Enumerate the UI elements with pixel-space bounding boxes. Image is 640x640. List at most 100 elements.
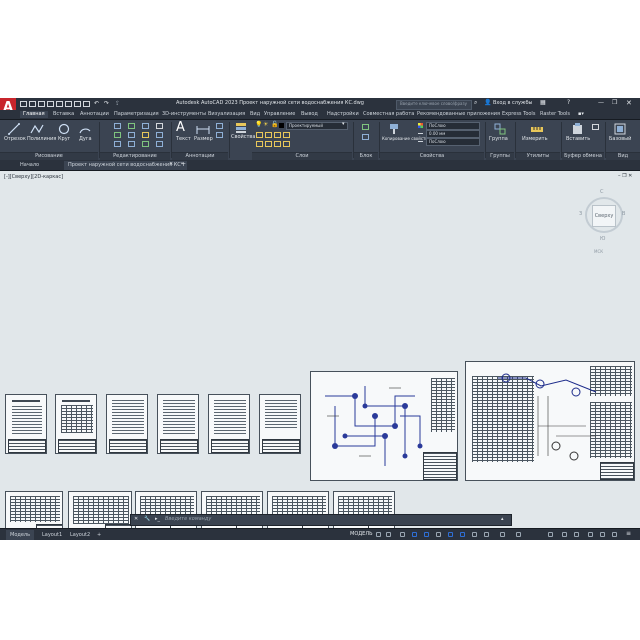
plot-icon[interactable]: [74, 101, 81, 107]
layer-lock-icon[interactable]: [283, 141, 290, 147]
block-panel-title[interactable]: Блок: [354, 152, 378, 160]
layer-isolate-icon[interactable]: [256, 132, 263, 138]
layers-panel-title[interactable]: Слои: [252, 152, 352, 160]
redo-icon[interactable]: ↷: [104, 101, 109, 107]
draw-panel-title[interactable]: Рисование: [0, 152, 98, 160]
sheet-spec-2[interactable]: [68, 491, 132, 528]
open-file-icon[interactable]: [29, 101, 36, 107]
base-view-button[interactable]: Базовый: [609, 137, 631, 142]
paste-icon[interactable]: [572, 123, 584, 135]
command-input[interactable]: Введите команду: [165, 517, 211, 522]
tab-insert[interactable]: Вставка: [50, 111, 77, 118]
ribbon-toggle-icon[interactable]: ▪▾: [578, 112, 584, 117]
group-button[interactable]: Группа: [489, 137, 508, 142]
polyline-button[interactable]: Полилиния: [27, 137, 56, 142]
sheet-explanatory-note-3[interactable]: [208, 394, 250, 454]
viewport-window-controls[interactable]: – ❐ ✕: [618, 173, 632, 179]
search-box[interactable]: Введите ключевое слово/фразу: [396, 100, 472, 110]
layer-match-icon[interactable]: [256, 141, 263, 147]
viewcube-top-face[interactable]: Сверху: [592, 205, 616, 227]
isometric-icon[interactable]: [436, 532, 441, 537]
compass-east[interactable]: В: [622, 211, 625, 217]
close-tab-icon[interactable]: ✕: [169, 162, 173, 167]
command-settings-icon[interactable]: 🔧: [144, 517, 150, 522]
copy-clip-icon[interactable]: [592, 124, 599, 130]
tab-collaborate[interactable]: Совместная работа: [360, 111, 417, 118]
clipboard-panel-title[interactable]: Буфер обмена: [562, 152, 604, 160]
lineweight-dropdown[interactable]: 0.00 мм: [426, 130, 480, 138]
search-icon[interactable]: ⌕: [474, 100, 477, 106]
tab-annotate[interactable]: Аннотации: [77, 111, 112, 118]
tab-layout1[interactable]: Layout1: [38, 530, 66, 540]
compass-west[interactable]: З: [579, 211, 582, 217]
layer-current-icon[interactable]: [265, 141, 272, 147]
sheet-contents[interactable]: [55, 394, 97, 454]
new-file-icon[interactable]: [20, 101, 27, 107]
fillet-icon[interactable]: [142, 132, 149, 138]
undo-icon[interactable]: ↶: [94, 101, 99, 107]
model-space-toggle[interactable]: МОДЕЛЬ: [350, 532, 373, 537]
sun-icon[interactable]: ☀: [263, 122, 268, 128]
layer-off-icon[interactable]: [274, 132, 281, 138]
tab-model[interactable]: Модель: [6, 530, 35, 540]
erase-icon[interactable]: [156, 123, 163, 129]
layer-dropdown-arrow-icon[interactable]: ▾: [342, 122, 345, 127]
minimize-icon[interactable]: —: [598, 100, 604, 106]
modify-panel-title[interactable]: Редактирование: [100, 152, 170, 160]
tab-manage[interactable]: Управление: [261, 111, 298, 118]
measure-icon[interactable]: [530, 123, 544, 135]
restore-icon[interactable]: ❐: [612, 100, 617, 106]
units-icon[interactable]: [574, 532, 579, 537]
lightbulb-icon[interactable]: 💡: [255, 122, 262, 128]
array-icon[interactable]: [142, 141, 149, 147]
circle-button[interactable]: Круг: [58, 137, 70, 142]
transparency-toggle-icon[interactable]: [484, 532, 489, 537]
close-icon[interactable]: ✕: [626, 100, 632, 107]
command-close-icon[interactable]: ✕: [134, 517, 138, 522]
save-as-icon[interactable]: [47, 101, 54, 107]
text-button[interactable]: Текст: [176, 137, 191, 142]
line-icon[interactable]: [8, 123, 20, 135]
sheet-explanatory-note-4[interactable]: [259, 394, 301, 454]
arc-button[interactable]: Дуга: [79, 137, 92, 142]
sheet-profile-table[interactable]: [465, 361, 635, 481]
tab-raster-tools[interactable]: Raster Tools: [537, 111, 573, 118]
viewcube[interactable]: С Сверху З В Ю МСК: [579, 189, 626, 259]
sheet-title-page[interactable]: [5, 394, 47, 454]
layer-properties-icon[interactable]: [235, 122, 247, 134]
dimension-icon[interactable]: [196, 123, 210, 135]
tab-home[interactable]: Главная: [20, 111, 48, 118]
add-layout-button[interactable]: +: [93, 530, 105, 540]
utilities-panel-title[interactable]: Утилиты: [516, 152, 560, 160]
viewport-controls[interactable]: [-][Сверху][2D-каркас]: [4, 174, 63, 180]
copy-icon[interactable]: [114, 132, 121, 138]
offset-icon[interactable]: [156, 141, 163, 147]
paste-button[interactable]: Вставить: [566, 137, 590, 142]
line-button[interactable]: Отрезок: [4, 137, 26, 142]
properties-panel-title[interactable]: Свойства: [380, 152, 484, 160]
annotation-scale-icon[interactable]: [516, 532, 521, 537]
lineweight-toggle-icon[interactable]: [472, 532, 477, 537]
tab-express-tools[interactable]: Express Tools: [499, 111, 538, 118]
tab-addins[interactable]: Надстройки: [324, 111, 362, 118]
tab-visualize[interactable]: Визуализация: [205, 111, 248, 118]
base-view-icon[interactable]: [614, 123, 626, 135]
tab-featured-apps[interactable]: Рекомендованные приложения: [414, 111, 503, 118]
new-tab-button[interactable]: +: [181, 162, 186, 168]
match-properties-icon[interactable]: [388, 123, 400, 135]
autodesk-app-store-icon[interactable]: ▦: [540, 100, 546, 106]
tab-3d-tools[interactable]: 3D-инструменты: [159, 111, 209, 118]
publish-icon[interactable]: [83, 101, 90, 107]
mirror-icon[interactable]: [128, 132, 135, 138]
object-snap-tracking-icon[interactable]: [448, 532, 453, 537]
view-panel-title[interactable]: Вид: [606, 152, 640, 160]
sheet-explanatory-note-1[interactable]: [106, 394, 148, 454]
polyline-icon[interactable]: [30, 123, 44, 135]
linetype-dropdown[interactable]: ПоСлою: [426, 138, 480, 146]
command-line[interactable]: ✕ 🔧 ▸_ Введите команду ▴: [130, 514, 512, 526]
user-icon[interactable]: 👤: [484, 100, 491, 106]
tab-layout2[interactable]: Layout2: [66, 530, 94, 540]
grid-toggle-icon[interactable]: [376, 532, 381, 537]
drawing-canvas[interactable]: [-][Сверху][2D-каркас] – ❐ ✕ С Сверху З …: [0, 171, 640, 528]
polar-tracking-icon[interactable]: [424, 532, 429, 537]
